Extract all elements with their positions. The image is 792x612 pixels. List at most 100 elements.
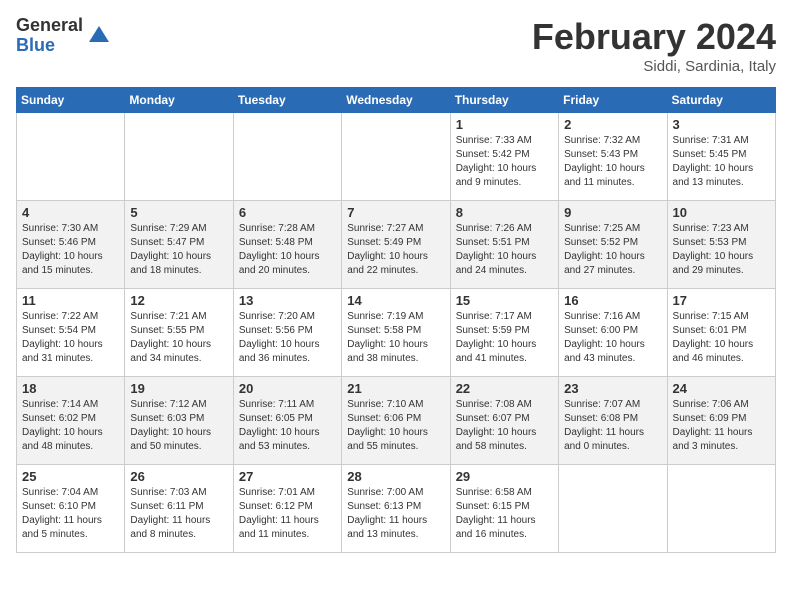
- day-cell: 8 Sunrise: 7:26 AM Sunset: 5:51 PM Daylig…: [450, 201, 558, 289]
- week-row-1: 1 Sunrise: 7:33 AM Sunset: 5:42 PM Daylig…: [17, 113, 776, 201]
- day-info: Sunrise: 7:28 AM Sunset: 5:48 PM Dayligh…: [239, 222, 336, 278]
- day-number: 10: [673, 205, 770, 220]
- calendar-table: SundayMondayTuesdayWednesdayThursdayFrid…: [16, 87, 776, 553]
- logo: General Blue: [16, 16, 113, 56]
- day-number: 26: [130, 469, 227, 484]
- day-info: Sunrise: 7:22 AM Sunset: 5:54 PM Dayligh…: [22, 310, 119, 366]
- header-row: SundayMondayTuesdayWednesdayThursdayFrid…: [17, 88, 776, 113]
- day-info: Sunrise: 7:00 AM Sunset: 6:13 PM Dayligh…: [347, 486, 444, 542]
- day-number: 22: [456, 381, 553, 396]
- day-number: 12: [130, 293, 227, 308]
- day-number: 1: [456, 117, 553, 132]
- header-cell-wednesday: Wednesday: [342, 88, 450, 113]
- day-cell: 18Sunrise: 7:14 AM Sunset: 6:02 PM Dayli…: [17, 377, 125, 465]
- day-cell: 7 Sunrise: 7:27 AM Sunset: 5:49 PM Daylig…: [342, 201, 450, 289]
- day-cell: 16Sunrise: 7:16 AM Sunset: 6:00 PM Dayli…: [559, 289, 667, 377]
- day-number: 20: [239, 381, 336, 396]
- day-info: Sunrise: 7:33 AM Sunset: 5:42 PM Dayligh…: [456, 134, 553, 190]
- day-info: Sunrise: 7:17 AM Sunset: 5:59 PM Dayligh…: [456, 310, 553, 366]
- logo-general: General: [16, 16, 83, 36]
- day-cell: 6 Sunrise: 7:28 AM Sunset: 5:48 PM Daylig…: [233, 201, 341, 289]
- day-number: 15: [456, 293, 553, 308]
- day-cell: [17, 113, 125, 201]
- day-cell: 10 Sunrise: 7:23 AM Sunset: 5:53 PM Dayli…: [667, 201, 775, 289]
- day-info: Sunrise: 7:23 AM Sunset: 5:53 PM Dayligh…: [673, 222, 770, 278]
- day-number: 19: [130, 381, 227, 396]
- day-info: Sunrise: 7:04 AM Sunset: 6:10 PM Dayligh…: [22, 486, 119, 542]
- day-info: Sunrise: 7:26 AM Sunset: 5:51 PM Dayligh…: [456, 222, 553, 278]
- day-number: 14: [347, 293, 444, 308]
- day-info: Sunrise: 7:12 AM Sunset: 6:03 PM Dayligh…: [130, 398, 227, 454]
- week-row-3: 11 Sunrise: 7:22 AM Sunset: 5:54 PM Dayli…: [17, 289, 776, 377]
- day-info: Sunrise: 7:03 AM Sunset: 6:11 PM Dayligh…: [130, 486, 227, 542]
- month-title: February 2024: [532, 16, 776, 58]
- day-number: 21: [347, 381, 444, 396]
- title-block: February 2024 Siddi, Sardinia, Italy: [532, 16, 776, 75]
- day-cell: [559, 465, 667, 553]
- day-info: Sunrise: 7:08 AM Sunset: 6:07 PM Dayligh…: [456, 398, 553, 454]
- logo-icon: [85, 22, 113, 50]
- header-cell-saturday: Saturday: [667, 88, 775, 113]
- day-cell: 9Sunrise: 7:25 AM Sunset: 5:52 PM Daylig…: [559, 201, 667, 289]
- day-info: Sunrise: 7:06 AM Sunset: 6:09 PM Dayligh…: [673, 398, 770, 454]
- day-info: Sunrise: 7:32 AM Sunset: 5:43 PM Dayligh…: [564, 134, 661, 190]
- day-cell: [233, 113, 341, 201]
- header-cell-thursday: Thursday: [450, 88, 558, 113]
- header-cell-sunday: Sunday: [17, 88, 125, 113]
- day-number: 8: [456, 205, 553, 220]
- week-row-2: 4 Sunrise: 7:30 AM Sunset: 5:46 PM Daylig…: [17, 201, 776, 289]
- day-number: 7: [347, 205, 444, 220]
- day-cell: 26 Sunrise: 7:03 AM Sunset: 6:11 PM Dayli…: [125, 465, 233, 553]
- day-number: 4: [22, 205, 119, 220]
- day-cell: 11 Sunrise: 7:22 AM Sunset: 5:54 PM Dayli…: [17, 289, 125, 377]
- day-info: Sunrise: 7:30 AM Sunset: 5:46 PM Dayligh…: [22, 222, 119, 278]
- page-header: General Blue February 2024 Siddi, Sardin…: [16, 16, 776, 75]
- day-info: Sunrise: 7:25 AM Sunset: 5:52 PM Dayligh…: [564, 222, 661, 278]
- day-cell: 29Sunrise: 6:58 AM Sunset: 6:15 PM Dayli…: [450, 465, 558, 553]
- day-info: Sunrise: 7:21 AM Sunset: 5:55 PM Dayligh…: [130, 310, 227, 366]
- day-info: Sunrise: 6:58 AM Sunset: 6:15 PM Dayligh…: [456, 486, 553, 542]
- day-info: Sunrise: 7:19 AM Sunset: 5:58 PM Dayligh…: [347, 310, 444, 366]
- day-cell: [342, 113, 450, 201]
- header-cell-tuesday: Tuesday: [233, 88, 341, 113]
- day-cell: 25 Sunrise: 7:04 AM Sunset: 6:10 PM Dayli…: [17, 465, 125, 553]
- day-info: Sunrise: 7:20 AM Sunset: 5:56 PM Dayligh…: [239, 310, 336, 366]
- day-cell: 4 Sunrise: 7:30 AM Sunset: 5:46 PM Daylig…: [17, 201, 125, 289]
- day-cell: 17 Sunrise: 7:15 AM Sunset: 6:01 PM Dayli…: [667, 289, 775, 377]
- day-info: Sunrise: 7:01 AM Sunset: 6:12 PM Dayligh…: [239, 486, 336, 542]
- day-info: Sunrise: 7:27 AM Sunset: 5:49 PM Dayligh…: [347, 222, 444, 278]
- day-info: Sunrise: 7:15 AM Sunset: 6:01 PM Dayligh…: [673, 310, 770, 366]
- day-info: Sunrise: 7:31 AM Sunset: 5:45 PM Dayligh…: [673, 134, 770, 190]
- day-number: 3: [673, 117, 770, 132]
- day-info: Sunrise: 7:16 AM Sunset: 6:00 PM Dayligh…: [564, 310, 661, 366]
- logo-blue: Blue: [16, 36, 83, 56]
- day-number: 23: [564, 381, 661, 396]
- day-cell: [667, 465, 775, 553]
- day-cell: 5 Sunrise: 7:29 AM Sunset: 5:47 PM Daylig…: [125, 201, 233, 289]
- day-cell: 12 Sunrise: 7:21 AM Sunset: 5:55 PM Dayli…: [125, 289, 233, 377]
- day-number: 2: [564, 117, 661, 132]
- day-cell: 20Sunrise: 7:11 AM Sunset: 6:05 PM Dayli…: [233, 377, 341, 465]
- day-number: 6: [239, 205, 336, 220]
- day-number: 25: [22, 469, 119, 484]
- day-number: 13: [239, 293, 336, 308]
- day-cell: 24Sunrise: 7:06 AM Sunset: 6:09 PM Dayli…: [667, 377, 775, 465]
- day-info: Sunrise: 7:07 AM Sunset: 6:08 PM Dayligh…: [564, 398, 661, 454]
- day-number: 18: [22, 381, 119, 396]
- week-row-4: 18Sunrise: 7:14 AM Sunset: 6:02 PM Dayli…: [17, 377, 776, 465]
- day-cell: [125, 113, 233, 201]
- day-cell: 19 Sunrise: 7:12 AM Sunset: 6:03 PM Dayli…: [125, 377, 233, 465]
- day-number: 27: [239, 469, 336, 484]
- day-number: 5: [130, 205, 227, 220]
- day-cell: 22 Sunrise: 7:08 AM Sunset: 6:07 PM Dayli…: [450, 377, 558, 465]
- day-number: 11: [22, 293, 119, 308]
- day-cell: 15 Sunrise: 7:17 AM Sunset: 5:59 PM Dayli…: [450, 289, 558, 377]
- day-number: 17: [673, 293, 770, 308]
- day-info: Sunrise: 7:10 AM Sunset: 6:06 PM Dayligh…: [347, 398, 444, 454]
- day-cell: 27 Sunrise: 7:01 AM Sunset: 6:12 PM Dayli…: [233, 465, 341, 553]
- day-cell: 23 Sunrise: 7:07 AM Sunset: 6:08 PM Dayli…: [559, 377, 667, 465]
- day-cell: 1 Sunrise: 7:33 AM Sunset: 5:42 PM Daylig…: [450, 113, 558, 201]
- header-cell-monday: Monday: [125, 88, 233, 113]
- day-cell: 14 Sunrise: 7:19 AM Sunset: 5:58 PM Dayli…: [342, 289, 450, 377]
- day-info: Sunrise: 7:29 AM Sunset: 5:47 PM Dayligh…: [130, 222, 227, 278]
